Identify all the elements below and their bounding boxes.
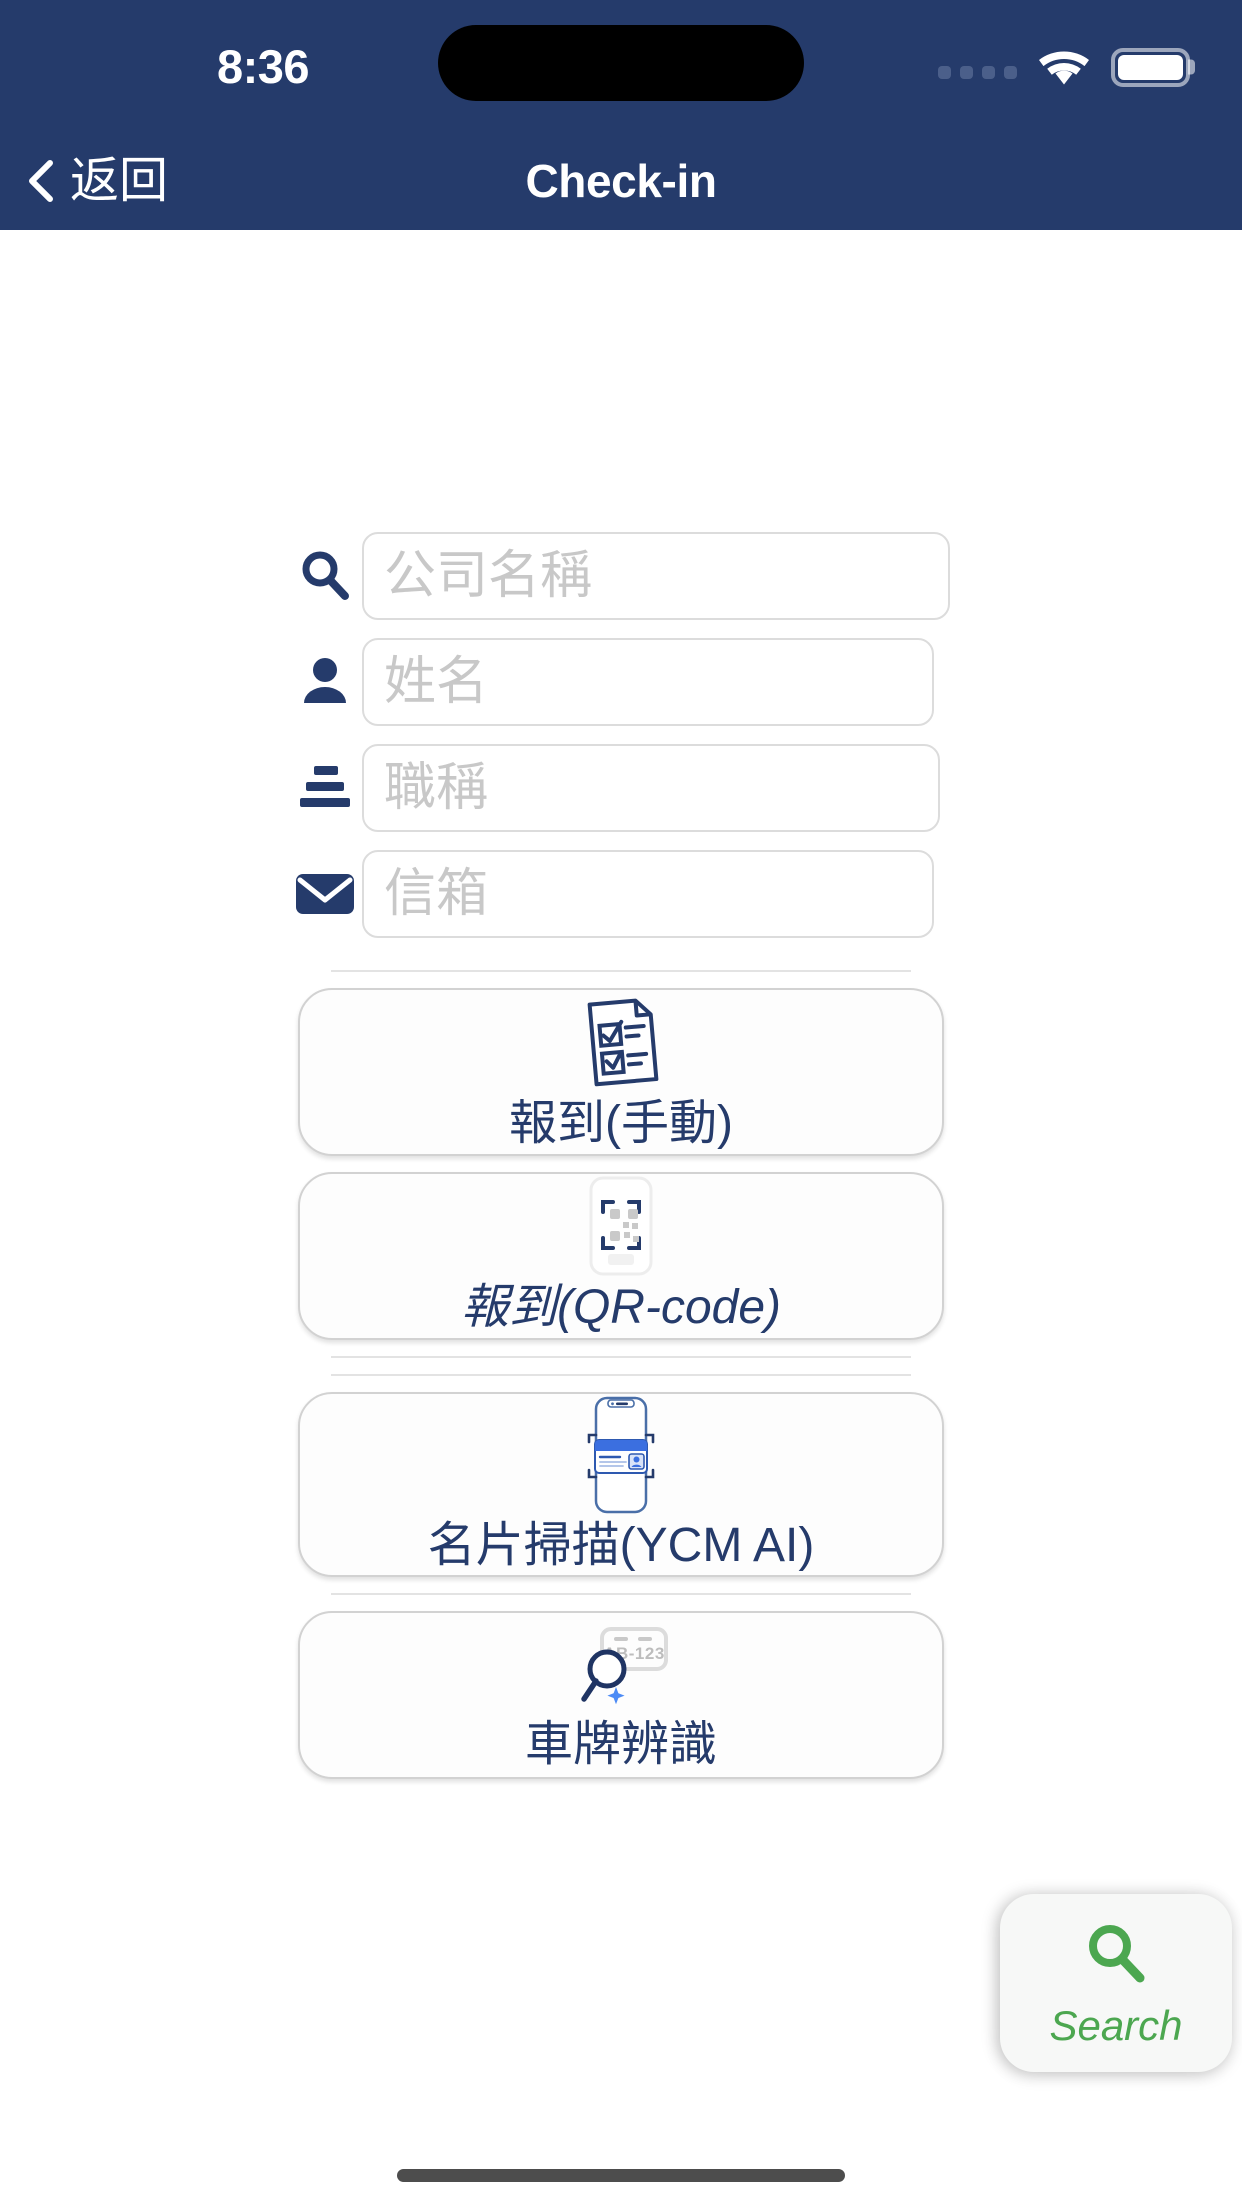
qr-code-scan-icon (578, 1176, 664, 1276)
search-icon (1079, 1917, 1153, 1996)
person-name-placeholder: 姓名 (384, 653, 489, 711)
back-button-label: 返回 (70, 154, 169, 208)
wifi-icon (1039, 51, 1089, 85)
qr-checkin-button[interactable]: 報到(QR-code) (298, 1172, 944, 1340)
cellular-dots-icon (938, 65, 1017, 79)
search-icon (292, 543, 358, 609)
status-bar-indicators (938, 44, 1195, 90)
search-fab-button[interactable]: Search (1000, 1894, 1232, 2072)
manual-checkin-label: 報到(手動) (509, 1097, 733, 1150)
business-card-scan-button[interactable]: 名片掃描(YCM AI) (298, 1392, 944, 1577)
license-plate-search-icon: AB-123 (566, 1617, 676, 1713)
back-button[interactable]: 返回 (26, 132, 186, 230)
manual-checkin-button[interactable]: 報到(手動) (298, 988, 944, 1156)
status-bar: 8:36 (0, 0, 1242, 132)
job-title-icon (292, 755, 358, 821)
dynamic-island (438, 25, 804, 101)
search-fab-label: Search (1049, 2001, 1183, 2049)
checkin-form: 公司名稱 姓名 職稱 信箱 (0, 530, 1242, 954)
chevron-left-icon (29, 160, 53, 202)
checklist-document-icon (573, 992, 669, 1092)
home-indicator[interactable] (397, 2169, 845, 2182)
company-name-input[interactable]: 公司名稱 (362, 532, 950, 620)
page-title: Check-in (525, 155, 717, 207)
company-name-placeholder: 公司名稱 (384, 547, 593, 605)
page-content: 公司名稱 姓名 職稱 信箱 報到(手動) 報到(QR-code) 名片掃描(YC… (0, 230, 1242, 2208)
email-placeholder: 信箱 (384, 865, 489, 923)
person-name-input[interactable]: 姓名 (362, 638, 934, 726)
envelope-icon (292, 861, 358, 927)
person-icon (292, 649, 358, 715)
qr-checkin-label: 報到(QR-code) (460, 1281, 782, 1334)
email-input[interactable]: 信箱 (362, 850, 934, 938)
business-card-scan-label: 名片掃描(YCM AI) (427, 1518, 815, 1572)
field-row-name: 姓名 (0, 636, 1242, 728)
battery-full-icon (1111, 47, 1195, 87)
field-row-company: 公司名稱 (0, 530, 1242, 622)
status-bar-time: 8:36 (216, 40, 310, 93)
business-card-scan-icon (571, 1396, 671, 1514)
action-button-list: 報到(手動) 報到(QR-code) 名片掃描(YCM AI) AB-123 車… (0, 970, 1242, 1779)
navigation-bar: Check-in 返回 (0, 132, 1242, 230)
job-title-input[interactable]: 職稱 (362, 744, 940, 832)
license-plate-button[interactable]: AB-123 車牌辨識 (298, 1611, 944, 1779)
license-plate-label: 車牌辨識 (524, 1718, 717, 1771)
field-row-email: 信箱 (0, 848, 1242, 940)
field-row-job-title: 職稱 (0, 742, 1242, 834)
job-title-placeholder: 職稱 (384, 759, 489, 817)
